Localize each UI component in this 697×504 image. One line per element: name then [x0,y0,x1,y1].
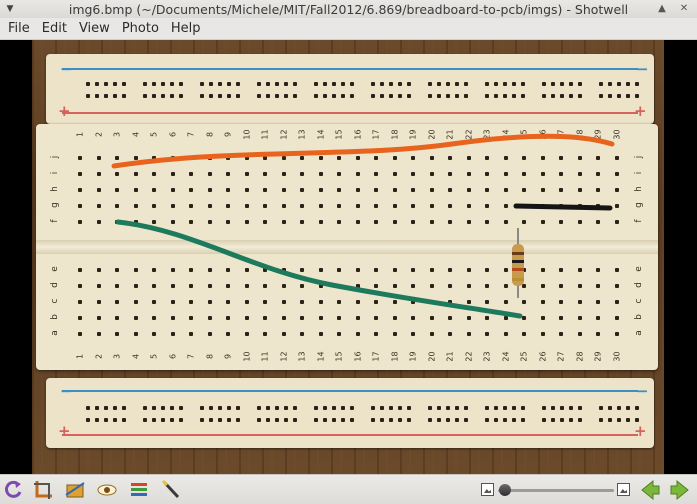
photo-viewer[interactable]: − + − + 1 1 2 2 3 3 4 4 5 5 6 6 7 7 8 8 9 9 10 10 11 11 12 12 13… [0,40,697,474]
adjust-icon[interactable] [128,479,150,501]
menu-file[interactable]: File [2,18,36,40]
menu-bar: File Edit View Photo Help [0,18,697,40]
redeye-icon[interactable] [96,479,118,501]
menu-view[interactable]: View [73,18,116,40]
previous-photo-icon[interactable] [639,479,661,501]
menu-photo[interactable]: Photo [116,18,165,40]
breadboard-photo: − + − + 1 1 2 2 3 3 4 4 5 5 6 6 7 7 8 8 9 9 10 10 11 11 12 12 13… [32,40,664,474]
black-wire [513,203,613,211]
resistor-band [512,278,524,281]
window-menu-icon[interactable]: ▼ [4,3,16,15]
resistor-band [512,268,524,271]
close-icon[interactable]: ✕ [677,2,691,16]
resistor-band [512,252,524,255]
orange-wire [111,133,615,169]
components-layer [111,133,615,319]
zoom-slider-handle[interactable] [499,484,511,496]
zoom-out-icon[interactable] [481,483,494,496]
menu-edit[interactable]: Edit [36,18,73,40]
title-bar: ▼ img6.bmp (~/Documents/Michele/MIT/Fall… [0,0,697,18]
minimize-icon[interactable]: ▲ [655,2,669,16]
green-wire [115,219,523,319]
straighten-icon[interactable] [64,479,86,501]
resistor [512,228,524,298]
menu-help[interactable]: Help [165,18,207,40]
zoom-in-icon[interactable] [617,483,630,496]
zoom-slider-track[interactable] [498,489,614,492]
resistor-band [512,260,524,263]
window-title: img6.bmp (~/Documents/Michele/MIT/Fall20… [68,1,629,17]
enhance-icon[interactable] [160,479,182,501]
bottom-toolbar [0,474,697,504]
rotate-icon[interactable] [2,479,24,501]
crop-icon[interactable] [32,479,54,501]
next-photo-icon[interactable] [669,479,691,501]
